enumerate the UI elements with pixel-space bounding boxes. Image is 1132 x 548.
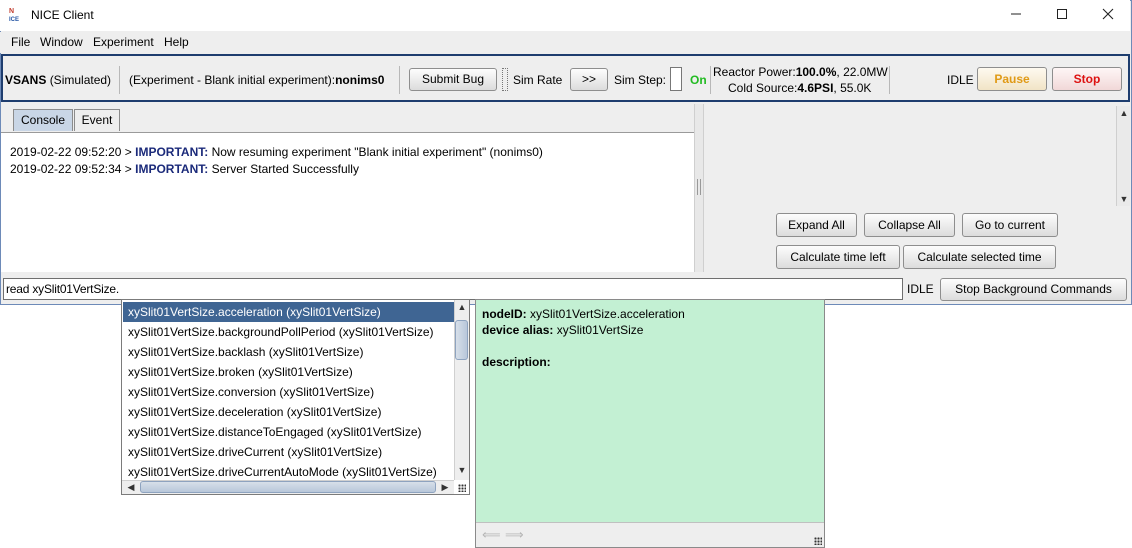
- autocomplete-item[interactable]: xySlit01VertSize.driveCurrentAutoMode (x…: [123, 462, 454, 482]
- scroll-up-icon[interactable]: ▲: [1117, 108, 1131, 118]
- calculate-selected-time-button[interactable]: Calculate selected time: [903, 245, 1056, 269]
- experiment-id: nonims0: [335, 73, 385, 87]
- device-alias-line: device alias: xySlit01VertSize: [482, 323, 643, 337]
- reactor-power-label: Reactor Power:: [713, 65, 796, 79]
- toolbar-divider: [399, 66, 400, 94]
- experiment-prefix: (Experiment - Blank initial experiment):: [129, 73, 336, 87]
- toolbar-divider: [889, 66, 890, 94]
- reactor-power-mw: , 22.0MW: [836, 65, 888, 79]
- back-arrow-icon[interactable]: ⟸: [482, 527, 501, 543]
- splitter-grip-icon: [697, 179, 701, 195]
- log-level: IMPORTANT:: [135, 162, 209, 176]
- calculate-time-left-button[interactable]: Calculate time left: [776, 245, 900, 269]
- go-to-current-button[interactable]: Go to current: [962, 213, 1058, 237]
- tab-console[interactable]: Console: [13, 109, 73, 131]
- console-log: 2019-02-22 09:52:20 > IMPORTANT: Now res…: [1, 132, 694, 272]
- scroll-right-icon[interactable]: ▶: [438, 482, 452, 493]
- horizontal-scroll-thumb[interactable]: [140, 481, 436, 493]
- cold-source-label: Cold Source:: [728, 81, 798, 95]
- toolbar-divider: [119, 66, 120, 94]
- reactor-power-value: 100.0%: [795, 65, 837, 79]
- log-line: 2019-02-22 09:52:34 > IMPORTANT: Server …: [10, 162, 359, 176]
- maximize-button[interactable]: [1039, 0, 1085, 31]
- node-id-value: xySlit01VertSize.acceleration: [530, 307, 685, 321]
- forward-arrow-icon[interactable]: ⟹: [505, 527, 524, 543]
- description-label: description:: [482, 355, 551, 369]
- sim-step-state: On: [690, 73, 707, 87]
- run-status: IDLE: [947, 73, 974, 87]
- window-title: NICE Client: [31, 8, 94, 22]
- nice-logo-icon: N ICE: [9, 8, 25, 24]
- vertical-scroll-thumb[interactable]: [455, 320, 468, 360]
- log-timestamp: 2019-02-22 09:52:34 >: [10, 162, 132, 176]
- menu-file[interactable]: File: [11, 35, 30, 49]
- autocomplete-item[interactable]: xySlit01VertSize.deceleration (xySlit01V…: [123, 402, 454, 422]
- minimize-icon: [1011, 13, 1021, 15]
- node-id-label: nodeID:: [482, 307, 527, 321]
- title-bar: N ICE NICE Client: [0, 0, 1130, 31]
- cold-source-value: 4.6PSI: [797, 81, 834, 95]
- scroll-left-icon[interactable]: ◀: [124, 482, 138, 493]
- sim-rate-fast-button[interactable]: >>: [570, 68, 608, 91]
- minimize-button[interactable]: [993, 0, 1039, 31]
- tab-event[interactable]: Event: [74, 109, 120, 131]
- scroll-down-icon[interactable]: ▼: [1117, 194, 1131, 204]
- description-line: description:: [482, 355, 551, 369]
- cold-source: Cold Source:4.6PSI, 55.0K: [728, 81, 871, 95]
- menu-window[interactable]: Window: [40, 35, 83, 49]
- close-button[interactable]: [1085, 0, 1131, 31]
- autocomplete-item[interactable]: xySlit01VertSize.backlash (xySlit01VertS…: [123, 342, 454, 362]
- collapse-all-button[interactable]: Collapse All: [864, 213, 955, 237]
- menu-help[interactable]: Help: [164, 35, 189, 49]
- autocomplete-item[interactable]: xySlit01VertSize.acceleration (xySlit01V…: [123, 302, 454, 322]
- command-status: IDLE: [907, 282, 934, 296]
- log-timestamp: 2019-02-22 09:52:20 >: [10, 145, 132, 159]
- instrument-mode: (Simulated): [49, 73, 112, 87]
- log-message: Now resuming experiment "Blank initial e…: [211, 145, 543, 159]
- resize-grip-icon[interactable]: [458, 484, 466, 492]
- menu-bar: File Window Experiment Help: [0, 32, 1130, 53]
- reactor-power: Reactor Power:100.0%, 22.0MW: [713, 65, 888, 79]
- logo-letters: ICE: [9, 17, 20, 23]
- logo-letter: N: [9, 8, 15, 15]
- pause-button[interactable]: Pause: [977, 67, 1047, 91]
- sim-step-field[interactable]: [670, 67, 682, 91]
- sim-step-label: Sim Step:: [614, 73, 667, 87]
- autocomplete-popup: xySlit01VertSize.acceleration (xySlit01V…: [121, 299, 470, 495]
- autocomplete-item[interactable]: xySlit01VertSize.broken (xySlit01VertSiz…: [123, 362, 454, 382]
- completion-info-panel: nodeID: xySlit01VertSize.acceleration de…: [475, 299, 825, 548]
- device-alias-label: device alias:: [482, 323, 554, 337]
- scroll-up-icon[interactable]: ▲: [455, 302, 469, 312]
- toolbar-divider: [710, 66, 711, 94]
- autocomplete-item[interactable]: xySlit01VertSize.backgroundPollPeriod (x…: [123, 322, 454, 342]
- log-message: Server Started Successfully: [211, 162, 359, 176]
- menu-experiment[interactable]: Experiment: [93, 35, 154, 49]
- sim-rate-label: Sim Rate: [513, 73, 563, 87]
- tree-scrollbar[interactable]: ▲ ▼: [1116, 106, 1130, 206]
- device-alias-value: xySlit01VertSize: [556, 323, 644, 337]
- scroll-down-icon[interactable]: ▼: [455, 465, 469, 475]
- submit-bug-button[interactable]: Submit Bug: [409, 68, 497, 91]
- instrument-label: VSANS (Simulated): [5, 73, 111, 87]
- autocomplete-item[interactable]: xySlit01VertSize.conversion (xySlit01Ver…: [123, 382, 454, 402]
- command-input[interactable]: read xySlit01VertSize.: [3, 278, 903, 300]
- instrument-name: VSANS: [5, 73, 47, 87]
- info-footer: ⟸ ⟹: [476, 522, 824, 547]
- cold-source-temp: , 55.0K: [833, 81, 872, 95]
- log-line: 2019-02-22 09:52:20 > IMPORTANT: Now res…: [10, 145, 543, 159]
- log-level: IMPORTANT:: [135, 145, 209, 159]
- experiment-label: (Experiment - Blank initial experiment):…: [129, 73, 384, 87]
- autocomplete-item[interactable]: xySlit01VertSize.driveCurrent (xySlit01V…: [123, 442, 454, 462]
- node-id-line: nodeID: xySlit01VertSize.acceleration: [482, 307, 685, 321]
- close-icon: [1102, 8, 1114, 20]
- resize-grip-icon[interactable]: [814, 537, 822, 545]
- expand-all-button[interactable]: Expand All: [776, 213, 857, 237]
- stop-button[interactable]: Stop: [1052, 67, 1122, 91]
- sim-rate-slider-handle[interactable]: [502, 68, 508, 91]
- stop-background-commands-button[interactable]: Stop Background Commands: [940, 278, 1127, 301]
- maximize-icon: [1057, 9, 1067, 19]
- autocomplete-item[interactable]: xySlit01VertSize.distanceToEngaged (xySl…: [123, 422, 454, 442]
